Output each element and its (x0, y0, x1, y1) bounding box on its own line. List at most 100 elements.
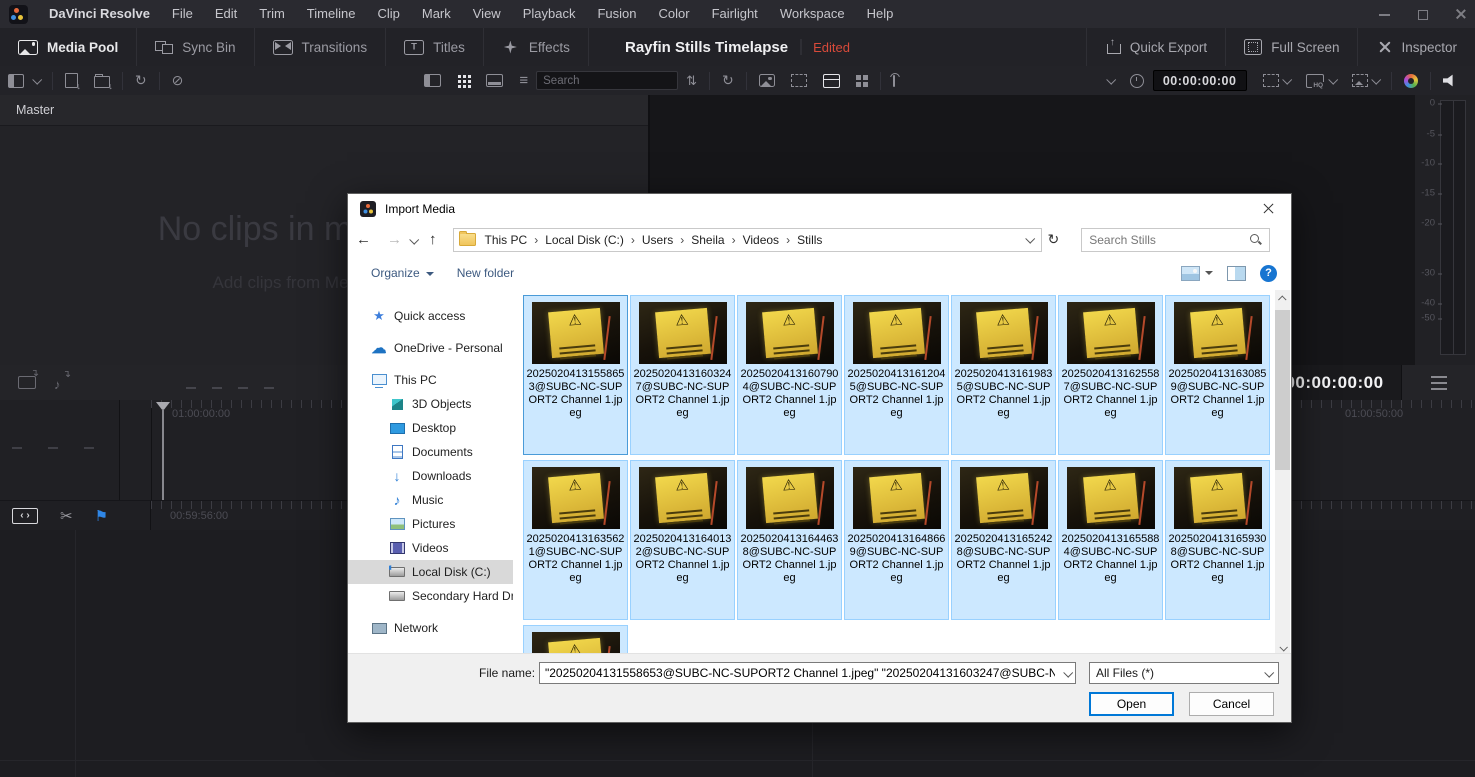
scroll-up-button[interactable] (1275, 290, 1290, 307)
tab-titles[interactable]: Titles (386, 28, 484, 66)
razor-icon[interactable] (60, 507, 73, 526)
file-item[interactable]: 20250204131644638@SUBC-NC-SUPORT2 Channe… (737, 460, 842, 620)
sidebar-item-secondary-hard-dri[interactable]: Secondary Hard Dri (348, 584, 513, 608)
import-media-button[interactable] (57, 66, 86, 95)
file-name-combo[interactable]: "20250204131558653@SUBC-NC-SUPORT2 Chann… (539, 662, 1076, 684)
sidebar-item-documents[interactable]: Documents (348, 440, 513, 464)
list-view-button[interactable] (511, 66, 536, 95)
new-folder-button[interactable]: New folder (457, 266, 514, 280)
sidebar-item-desktop[interactable]: Desktop (348, 416, 513, 440)
file-item[interactable]: 20250204131659308@SUBC-NC-SUPORT2 Channe… (1165, 460, 1270, 620)
viewer-mode-dropdown[interactable] (1099, 66, 1122, 95)
tab-media-pool[interactable]: Media Pool (0, 28, 137, 66)
breadcrumb-segment[interactable]: Sheila (687, 233, 728, 247)
thumbnail-view-button[interactable] (449, 66, 478, 95)
multi-view-button[interactable] (848, 66, 876, 95)
file-type-combo[interactable]: All Files (*) (1089, 662, 1279, 684)
close-window-icon[interactable] (1455, 8, 1467, 20)
timeline-options-button[interactable] (1403, 365, 1475, 400)
file-item[interactable]: 20250204131640132@SUBC-NC-SUPORT2 Channe… (630, 460, 735, 620)
breadcrumb-segment[interactable]: Videos (739, 233, 783, 247)
sort-button[interactable] (678, 66, 705, 95)
breadcrumb-segment[interactable]: This PC (481, 233, 532, 247)
file-item[interactable]: 20250204131635621@SUBC-NC-SUPORT2 Channe… (523, 460, 628, 620)
open-button[interactable]: Open (1089, 692, 1174, 716)
preview-pane-icon[interactable] (1227, 266, 1246, 281)
selection-mode-icon[interactable] (12, 508, 38, 524)
filmstrip-view-button[interactable] (478, 66, 511, 95)
bin-panel-toggle[interactable] (0, 66, 48, 95)
menu-item-fairlight[interactable]: Fairlight (701, 0, 769, 28)
media-search-input[interactable] (536, 71, 678, 90)
sidebar-item-quick-access[interactable]: Quick access (348, 304, 513, 328)
live-media-button[interactable] (885, 66, 903, 95)
proxy-quality-dropdown[interactable] (1298, 66, 1343, 95)
viewer-timecode[interactable]: 00:00:00:00 (1153, 70, 1247, 91)
resync-button[interactable] (127, 66, 155, 95)
maximize-icon[interactable] (1417, 8, 1429, 20)
safe-area-dropdown[interactable] (1255, 66, 1298, 95)
minimize-icon[interactable] (1379, 8, 1391, 20)
tab-sync-bin[interactable]: Sync Bin (137, 28, 254, 66)
grab-still-button[interactable] (783, 66, 815, 95)
full-screen-button[interactable]: Full Screen (1225, 28, 1357, 66)
import-folder-button[interactable] (86, 66, 118, 95)
insert-audio-icon[interactable] (54, 376, 68, 389)
help-icon[interactable]: ? (1260, 265, 1277, 282)
menu-item-clip[interactable]: Clip (366, 0, 410, 28)
menu-item-mark[interactable]: Mark (411, 0, 462, 28)
file-item[interactable]: 20250204131619835@SUBC-NC-SUPORT2 Channe… (951, 295, 1056, 455)
scrollbar[interactable] (1275, 290, 1290, 656)
breadcrumb-segment[interactable]: Local Disk (C:) (541, 233, 628, 247)
file-item[interactable]: 20250204131652428@SUBC-NC-SUPORT2 Channe… (951, 460, 1056, 620)
sidebar-item-videos[interactable]: Videos (348, 536, 513, 560)
file-item[interactable]: 20250204131607904@SUBC-NC-SUPORT2 Channe… (737, 295, 842, 455)
organize-button[interactable]: Organize (371, 266, 434, 280)
cancel-button[interactable]: Cancel (1189, 692, 1274, 716)
breadcrumb-segment[interactable]: Stills (793, 233, 826, 247)
file-item[interactable]: 20250204131603247@SUBC-NC-SUPORT2 Channe… (630, 295, 735, 455)
change-view-button[interactable] (1181, 266, 1213, 281)
playhead[interactable] (156, 402, 170, 411)
menu-item-fusion[interactable]: Fusion (586, 0, 647, 28)
sidebar-item-music[interactable]: Music (348, 488, 513, 512)
menu-item-help[interactable]: Help (856, 0, 905, 28)
menu-item-app[interactable]: DaVinci Resolve (38, 0, 161, 28)
sidebar-item-local-disk-c-[interactable]: Local Disk (C:) (348, 560, 513, 584)
tab-transitions[interactable]: Transitions (255, 28, 387, 66)
up-button[interactable]: ↑ (421, 231, 445, 248)
breadcrumb-dropdown-chevron[interactable] (1025, 234, 1035, 244)
menu-item-file[interactable]: File (161, 0, 204, 28)
menu-item-playback[interactable]: Playback (512, 0, 587, 28)
dialog-search-box[interactable] (1081, 228, 1270, 252)
sidebar-item-downloads[interactable]: Downloads (348, 464, 513, 488)
chevron-down-icon[interactable] (1063, 667, 1073, 677)
sidebar-item-this-pc[interactable]: This PC (348, 368, 513, 392)
metadata-view-button[interactable] (416, 66, 449, 95)
file-item[interactable]: 20250204131558653@SUBC-NC-SUPORT2 Channe… (523, 295, 628, 455)
image-options-dropdown[interactable] (1344, 66, 1387, 95)
relink-button[interactable] (164, 66, 192, 95)
insert-clip-icon[interactable] (18, 376, 36, 389)
audio-button[interactable] (1435, 66, 1475, 95)
resolve-fx-button[interactable] (1396, 66, 1426, 95)
menu-item-view[interactable]: View (462, 0, 512, 28)
refresh-address-button[interactable] (1042, 223, 1066, 256)
file-item-partial[interactable] (523, 625, 628, 656)
breadcrumb-segment[interactable]: Users (638, 233, 677, 247)
tab-effects[interactable]: Effects (484, 28, 589, 66)
file-item[interactable]: 20250204131648669@SUBC-NC-SUPORT2 Channe… (844, 460, 949, 620)
back-button[interactable]: ← (348, 231, 379, 248)
recent-locations-chevron[interactable] (409, 235, 419, 245)
timeline-timecode[interactable]: 00:00:00:00 (1285, 373, 1383, 393)
file-item[interactable]: 20250204131630859@SUBC-NC-SUPORT2 Channe… (1165, 295, 1270, 455)
file-item[interactable]: 20250204131612045@SUBC-NC-SUPORT2 Channe… (844, 295, 949, 455)
sidebar-item-network[interactable]: Network (348, 616, 513, 640)
dialog-title-bar[interactable]: Import Media (348, 194, 1291, 223)
file-item[interactable]: 20250204131655884@SUBC-NC-SUPORT2 Channe… (1058, 460, 1163, 620)
menu-item-trim[interactable]: Trim (248, 0, 296, 28)
viewer-layout-button[interactable] (815, 66, 848, 95)
inspector-button[interactable]: Inspector (1357, 28, 1475, 66)
stills-button[interactable] (751, 66, 783, 95)
forward-button[interactable]: → (379, 231, 410, 248)
